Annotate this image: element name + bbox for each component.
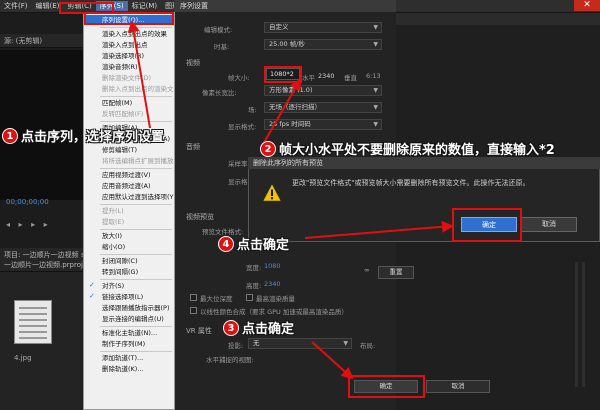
step-2-badge: 2 bbox=[260, 140, 276, 157]
step-1-badge: 1 bbox=[2, 127, 18, 144]
arrow-to-sequence-ok bbox=[311, 341, 354, 380]
arrow-to-settings bbox=[127, 20, 151, 129]
arrow-to-delete-ok bbox=[304, 220, 454, 239]
annotation-step-4: 4 点击确定 bbox=[218, 234, 289, 253]
step-2-text: 帧大小水平处不要删除原来的数值，直接输入*2 bbox=[279, 143, 555, 158]
annotation-step-1: 1 点击序列，选择序列设置 bbox=[2, 126, 164, 145]
annotation-step-2: 2 帧大小水平处不要删除原来的数值，直接输入*2 bbox=[260, 139, 555, 158]
step-3-text: 点击确定 bbox=[242, 322, 295, 337]
annotation-step-3: 3 点击确定 bbox=[223, 318, 294, 337]
arrow-to-frame-width bbox=[261, 78, 301, 147]
annotation-arrows bbox=[127, 20, 454, 380]
step-4-text: 点击确定 bbox=[237, 238, 290, 253]
step-1-text: 点击序列，选择序列设置 bbox=[21, 130, 165, 145]
step-4-badge: 4 bbox=[218, 235, 234, 252]
step-3-badge: 3 bbox=[223, 319, 239, 336]
